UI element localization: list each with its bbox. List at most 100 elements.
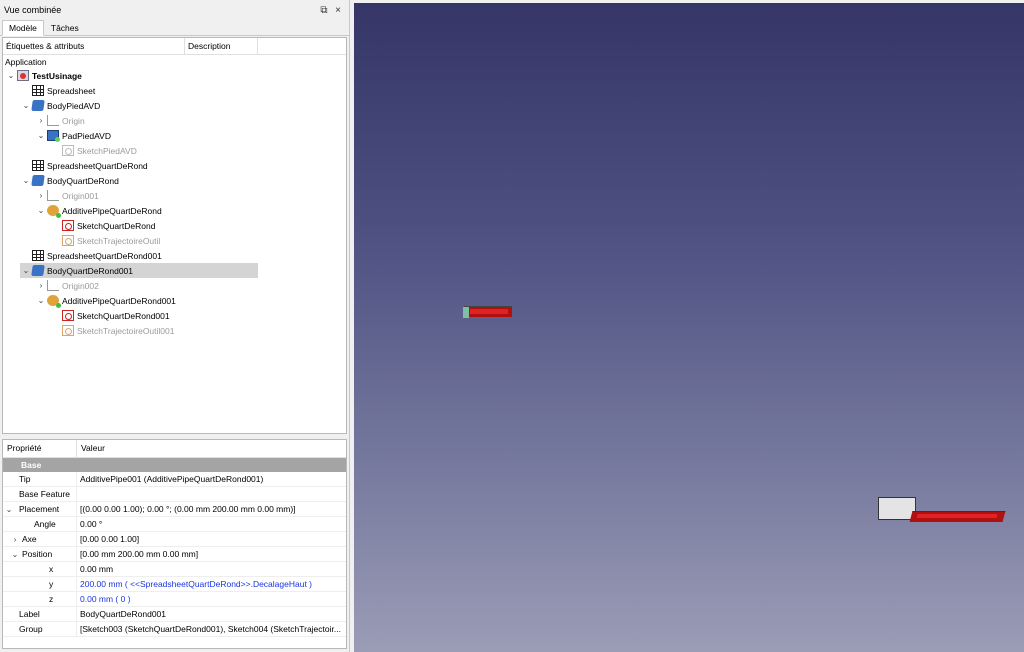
- tree-item-padpiedavd[interactable]: ⌄ PadPiedAVD: [35, 128, 111, 143]
- sketch-icon: [62, 310, 74, 321]
- property-view[interactable]: Propriété Valeur Base Tip AdditivePipe00…: [2, 439, 347, 649]
- property-value[interactable]: [(0.00 0.00 1.00); 0.00 °; (0.00 mm 200.…: [77, 504, 296, 514]
- tree-item-origin001[interactable]: › Origin001: [35, 188, 99, 203]
- property-row-group[interactable]: Group [Sketch003 (SketchQuartDeRond001),…: [3, 622, 346, 637]
- tree-item-spreadsheetquartderond[interactable]: SpreadsheetQuartDeRond: [20, 158, 148, 173]
- application-label: Application: [5, 57, 47, 67]
- spreadsheet-icon: [32, 160, 44, 171]
- property-row-angle[interactable]: Angle 0.00 °: [3, 517, 346, 532]
- property-value[interactable]: [0.00 mm 200.00 mm 0.00 mm]: [77, 549, 198, 559]
- tree-item-label: BodyPiedAVD: [47, 100, 101, 111]
- tree-header-description[interactable]: Description: [185, 38, 258, 54]
- property-row-axe[interactable]: › Axe [0.00 0.00 1.00]: [3, 532, 346, 547]
- property-value[interactable]: AdditivePipe001 (AdditivePipeQuartDeRond…: [77, 474, 263, 484]
- tree-item-sketchtrajectoireoutil001[interactable]: SketchTrajectoireOutil001: [50, 323, 174, 338]
- property-group-base[interactable]: Base: [3, 458, 346, 472]
- chevron-down-icon[interactable]: ⌄: [20, 176, 32, 185]
- document-icon: [17, 70, 29, 81]
- property-header-name[interactable]: Propriété: [3, 440, 77, 457]
- tree-item-origin[interactable]: › Origin: [35, 113, 85, 128]
- chevron-right-icon[interactable]: ›: [35, 191, 47, 200]
- model-tree[interactable]: Étiquettes & attributs Description Appli…: [2, 37, 347, 434]
- tree-item-label: SketchPiedAVD: [77, 145, 137, 156]
- additive-pipe-icon: [47, 295, 61, 308]
- tree-item-label: SketchQuartDeRond001: [77, 310, 170, 321]
- property-key: Tip: [19, 474, 31, 484]
- property-row-placement[interactable]: ⌄ Placement [(0.00 0.00 1.00); 0.00 °; (0…: [3, 502, 346, 517]
- property-value[interactable]: 0.00 mm: [77, 564, 113, 574]
- chevron-down-icon[interactable]: ⌄: [35, 296, 47, 305]
- tree-item-sketchquartderond001[interactable]: SketchQuartDeRond001: [50, 308, 170, 323]
- tree-item-label: SketchTrajectoireOutil: [77, 235, 161, 246]
- property-key: Placement: [19, 504, 60, 514]
- body-icon: [31, 175, 45, 186]
- tree-item-additivepipequartderond[interactable]: ⌄ AdditivePipeQuartDeRond: [35, 203, 162, 218]
- sweep-profile-solid[interactable]: [463, 306, 512, 318]
- tree-item-sketchquartderond[interactable]: SketchQuartDeRond: [50, 218, 155, 233]
- property-key: Base Feature: [19, 489, 71, 499]
- property-row-x[interactable]: x 0.00 mm: [3, 562, 346, 577]
- chevron-down-icon[interactable]: ⌄: [9, 550, 21, 559]
- spreadsheet-icon: [32, 250, 44, 261]
- tree-header-labels[interactable]: Étiquettes & attributs: [3, 38, 185, 54]
- property-key: Position: [22, 549, 53, 559]
- body-icon: [31, 100, 45, 111]
- property-key: y: [49, 579, 54, 589]
- tree-item-sketchpiedavd[interactable]: SketchPiedAVD: [50, 143, 137, 158]
- tree-item-label: Origin: [62, 115, 85, 126]
- property-key: x: [49, 564, 54, 574]
- tree-item-bodypiedavd[interactable]: ⌄ BodyPiedAVD: [20, 98, 100, 113]
- property-row-base-feature[interactable]: Base Feature: [3, 487, 346, 502]
- tab-tasks[interactable]: Tâches: [44, 20, 86, 35]
- float-icon[interactable]: ⧉: [317, 3, 331, 17]
- property-value[interactable]: 200.00 mm ( <<SpreadsheetQuartDeRond>>.D…: [77, 579, 312, 589]
- tree-item-sketchtrajectoireoutil[interactable]: SketchTrajectoireOutil: [50, 233, 160, 248]
- tree-item-spreadsheet[interactable]: Spreadsheet: [20, 83, 95, 98]
- close-icon[interactable]: ×: [331, 3, 345, 17]
- property-key: Group: [19, 624, 43, 634]
- property-header: Propriété Valeur: [3, 440, 346, 458]
- property-header-value[interactable]: Valeur: [77, 440, 109, 457]
- property-row-tip[interactable]: Tip AdditivePipe001 (AdditivePipeQuartDe…: [3, 472, 346, 487]
- property-value[interactable]: BodyQuartDeRond001: [77, 609, 166, 619]
- property-row-position[interactable]: ⌄ Position [0.00 mm 200.00 mm 0.00 mm]: [3, 547, 346, 562]
- tree-item-testusinage[interactable]: ⌄ TestUsinage: [5, 68, 82, 83]
- origin-icon: [47, 280, 59, 291]
- tree-item-label: SketchTrajectoireOutil001: [77, 325, 175, 336]
- chevron-down-icon[interactable]: ⌄: [35, 206, 47, 215]
- tree-item-label: PadPiedAVD: [62, 130, 111, 141]
- property-value[interactable]: 0.00 °: [77, 519, 102, 529]
- tree-item-origin002[interactable]: › Origin002: [35, 278, 99, 293]
- sketch-icon: [62, 325, 74, 336]
- tab-model[interactable]: Modèle: [2, 20, 44, 36]
- property-value[interactable]: 0.00 mm ( 0 ): [77, 594, 131, 604]
- property-row-z[interactable]: z 0.00 mm ( 0 ): [3, 592, 346, 607]
- chevron-down-icon[interactable]: ⌄: [20, 266, 32, 275]
- quart-de-rond-solid[interactable]: [909, 511, 1006, 522]
- tree-item-spreadsheetquartderond001[interactable]: SpreadsheetQuartDeRond001: [20, 248, 162, 263]
- additive-pipe-icon: [47, 205, 61, 218]
- pad-icon: [47, 130, 60, 142]
- tree-item-label: AdditivePipeQuartDeRond: [62, 205, 162, 216]
- chevron-right-icon[interactable]: ›: [35, 281, 47, 290]
- property-key: Label: [19, 609, 40, 619]
- property-value[interactable]: [Sketch003 (SketchQuartDeRond001), Sketc…: [77, 624, 341, 634]
- tree-item-additivepipequartderond001[interactable]: ⌄ AdditivePipeQuartDeRond001: [35, 293, 176, 308]
- 3d-viewport[interactable]: [354, 3, 1024, 652]
- tree-item-bodyquartderond001[interactable]: ⌄ BodyQuartDeRond001: [20, 263, 258, 278]
- chevron-down-icon[interactable]: ⌄: [35, 131, 47, 140]
- property-row-label[interactable]: Label BodyQuartDeRond001: [3, 607, 346, 622]
- property-row-y[interactable]: y 200.00 mm ( <<SpreadsheetQuartDeRond>>…: [3, 577, 346, 592]
- combo-view-panel: Vue combinée ⧉ × Modèle Tâches Étiquette…: [0, 0, 350, 652]
- chevron-down-icon[interactable]: ⌄: [20, 101, 32, 110]
- chevron-right-icon[interactable]: ›: [35, 116, 47, 125]
- chevron-down-icon[interactable]: ⌄: [3, 505, 15, 514]
- origin-icon: [47, 115, 59, 126]
- combo-view-tabs: Modèle Tâches: [0, 20, 349, 36]
- chevron-down-icon[interactable]: ⌄: [5, 71, 17, 80]
- property-value[interactable]: [0.00 0.00 1.00]: [77, 534, 139, 544]
- chevron-right-icon[interactable]: ›: [9, 535, 21, 544]
- property-key: Angle: [34, 519, 56, 529]
- tree-item-bodyquartderond[interactable]: ⌄ BodyQuartDeRond: [20, 173, 119, 188]
- tree-item-label: BodyQuartDeRond001: [47, 265, 134, 276]
